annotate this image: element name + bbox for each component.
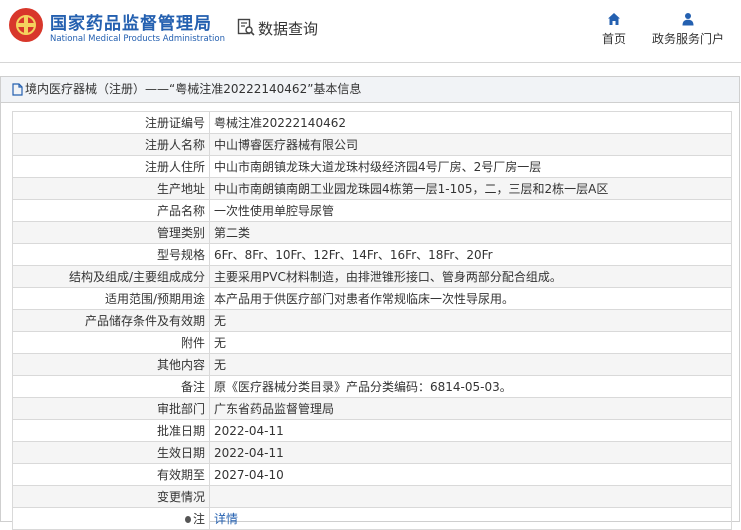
field-value: 广东省药品监督管理局 (209, 397, 732, 420)
table-row: 生产地址 中山市南朗镇南朗工业园龙珠园4栋第一层1-105，二，三层和2栋一层A区 (12, 177, 732, 200)
field-label: 有效期至 (12, 463, 210, 486)
nav-home[interactable]: 首页 (598, 12, 630, 47)
panel-title-bar: 境内医疗器械（注册）——“粤械注准20222140462”基本信息 (1, 77, 739, 103)
field-value: 中山市南朗镇南朗工业园龙珠园4栋第一层1-105，二，三层和2栋一层A区 (209, 177, 732, 200)
field-label-text: 注 (192, 511, 205, 526)
table-row: 结构及组成/主要组成成分 主要采用PVC材料制造，由排泄锥形接口、管身两部分配合组… (12, 265, 732, 288)
field-value: 第二类 (209, 221, 732, 244)
note-bullet-icon (184, 515, 191, 523)
table-row: 有效期至 2027-04-10 (12, 463, 732, 486)
field-label: 生产地址 (12, 177, 210, 200)
field-value: 无 (209, 331, 732, 354)
table-row: 批准日期 2022-04-11 (12, 419, 732, 442)
field-label: 附件 (12, 331, 210, 354)
field-label: 注册证编号 (12, 111, 210, 134)
table-row: 备注 原《医疗器械分类目录》产品分类编码：6814-05-03。 (12, 375, 732, 398)
table-row: 生效日期 2022-04-11 (12, 441, 732, 464)
table-row: 产品储存条件及有效期无 (12, 309, 732, 332)
details-link[interactable]: 详情 (214, 512, 238, 526)
field-label: 结构及组成/主要组成成分 (12, 265, 210, 288)
nmpa-logo-icon (9, 8, 43, 42)
user-icon (682, 13, 694, 26)
field-value: 本产品用于供医疗部门对患者作常规临床一次性导尿用。 (209, 287, 732, 310)
table-row: 产品名称 一次性使用单腔导尿管 (12, 199, 732, 222)
field-label: 备注 (12, 375, 210, 398)
field-value: 中山市南朗镇龙珠大道龙珠村级经济园4号厂房、2号厂房一层 (209, 155, 732, 178)
brand-name-en: National Medical Products Administration (50, 34, 225, 44)
field-label: 变更情况 (12, 485, 210, 508)
field-value: 原《医疗器械分类目录》产品分类编码：6814-05-03。 (209, 375, 732, 398)
field-value: 2027-04-10 (209, 463, 732, 486)
info-panel: 境内医疗器械（注册）——“粤械注准20222140462”基本信息 注册证编号粤… (0, 76, 740, 530)
home-icon (608, 13, 620, 25)
field-value: 无 (209, 353, 732, 376)
field-value: 2022-04-11 (209, 441, 732, 464)
search-document-icon (237, 18, 255, 36)
table-row: 型号规格 6Fr、8Fr、10Fr、12Fr、14Fr、16Fr、18Fr、20F… (12, 243, 732, 266)
table-row: 管理类别 第二类 (12, 221, 732, 244)
field-label: 适用范围/预期用途 (12, 287, 210, 310)
field-label: 批准日期 (12, 419, 210, 442)
field-value: 一次性使用单腔导尿管 (209, 199, 732, 222)
table-row: 审批部门 广东省药品监督管理局 (12, 397, 732, 420)
brand-name-cn: 国家药品监督管理局 (50, 14, 212, 34)
data-query-label: 数据查询 (258, 20, 319, 38)
document-icon (12, 83, 23, 96)
table-row: 注册证编号 粤械注准20222140462 (12, 111, 732, 134)
nav-service-portal-label: 政务服务门户 (651, 32, 724, 46)
table-row: 注册人名称 中山博睿医疗器械有限公司 (12, 133, 732, 156)
field-label: 注册人名称 (12, 133, 210, 156)
site-header: 国家药品监督管理局 National Medical Products Admi… (0, 0, 741, 62)
field-label: 注 (12, 507, 210, 530)
panel-title: 境内医疗器械（注册）——“粤械注准20222140462”基本信息 (25, 82, 362, 96)
field-value: 粤械注准20222140462 (209, 111, 732, 134)
registration-info-table: 注册证编号 粤械注准20222140462 注册人名称 中山博睿医疗器械有限公司 注册人… (12, 111, 732, 530)
field-value: 无 (209, 309, 732, 332)
table-row: 适用范围/预期用途 本产品用于供医疗部门对患者作常规临床一次性导尿用。 (12, 287, 732, 310)
field-value (209, 485, 732, 508)
field-value: 6Fr、8Fr、10Fr、12Fr、14Fr、16Fr、18Fr、20Fr (209, 243, 732, 266)
field-label: 生效日期 (12, 441, 210, 464)
field-label: 产品名称 (12, 199, 210, 222)
field-value: 2022-04-11 (209, 419, 732, 442)
field-value: 中山博睿医疗器械有限公司 (209, 133, 732, 156)
field-value: 主要采用PVC材料制造，由排泄锥形接口、管身两部分配合组成。 (209, 265, 732, 288)
table-row: 其他内容无 (12, 353, 732, 376)
field-label: 审批部门 (12, 397, 210, 420)
field-label: 注册人住所 (12, 155, 210, 178)
field-value: 详情 (209, 507, 732, 530)
table-row: 注册人住所 中山市南朗镇龙珠大道龙珠村级经济园4号厂房、2号厂房一层 (12, 155, 732, 178)
table-row: 附件无 (12, 331, 732, 354)
nav-service-portal[interactable]: 政务服务门户 (650, 12, 726, 47)
field-label: 管理类别 (12, 221, 210, 244)
field-label: 产品储存条件及有效期 (12, 309, 210, 332)
table-row: 注详情 (12, 507, 732, 530)
table-row: 变更情况 (12, 485, 732, 508)
field-label: 其他内容 (12, 353, 210, 376)
header-divider (0, 62, 741, 63)
nav-home-label: 首页 (601, 32, 626, 46)
field-label: 型号规格 (12, 243, 210, 266)
